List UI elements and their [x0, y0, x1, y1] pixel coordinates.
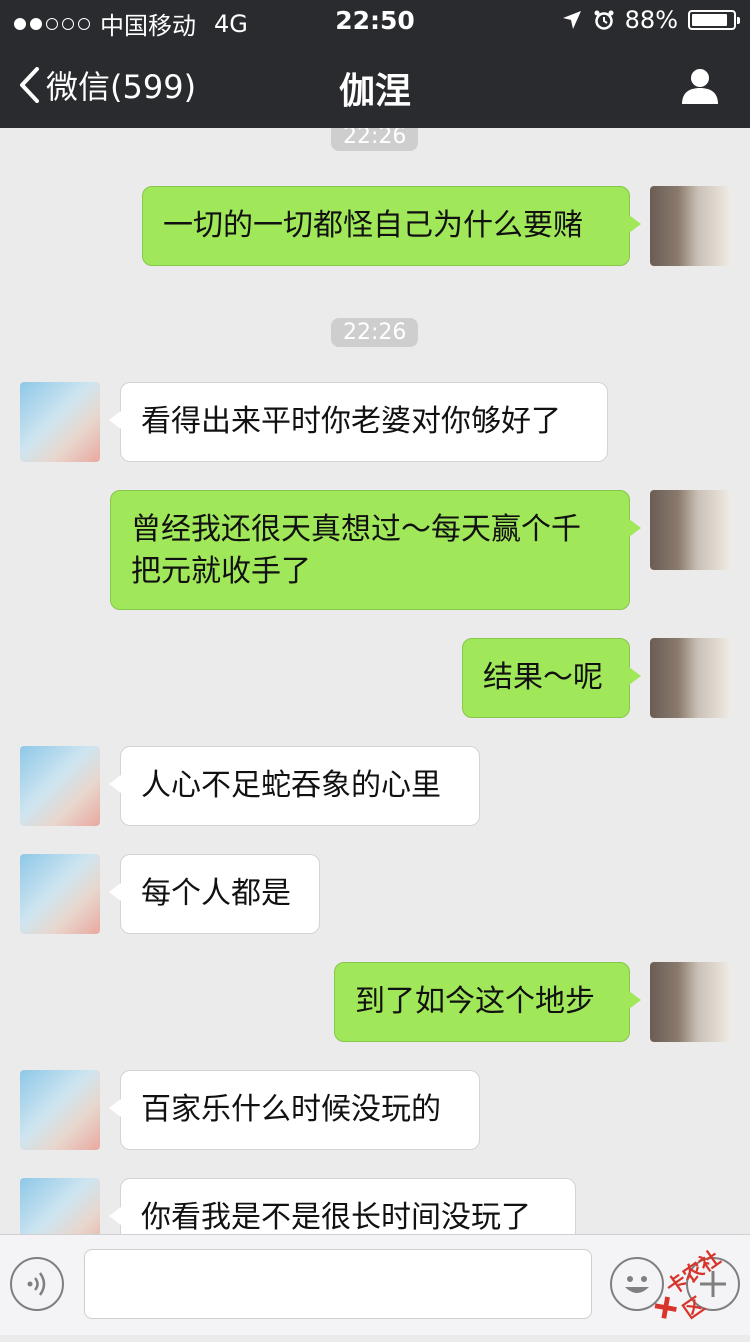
message-bubble[interactable]: 看得出来平时你老婆对你够好了 — [109, 382, 608, 462]
battery-fill — [692, 14, 728, 26]
contact-avatar[interactable] — [20, 1070, 100, 1150]
message-input[interactable] — [84, 1249, 592, 1319]
contact-avatar[interactable] — [20, 1178, 100, 1234]
chat-title: 伽涅 — [338, 71, 411, 112]
contact-avatar[interactable] — [20, 746, 100, 826]
battery-icon — [688, 10, 740, 30]
timestamp: 22:26 — [331, 318, 419, 347]
status-right: 88% — [561, 6, 740, 34]
message-bubble[interactable]: 到了如今这个地步 — [334, 962, 641, 1042]
message-bubble[interactable]: 你看我是不是很长时间没玩了 — [109, 1178, 576, 1234]
message-bubble[interactable]: 百家乐什么时候没玩的 — [109, 1070, 480, 1150]
message-bubble[interactable]: 一切的一切都怪自己为什么要赌 — [142, 186, 641, 266]
voice-button[interactable] — [10, 1257, 64, 1311]
message-bubble[interactable]: 曾经我还很天真想过～每天赢个千把元就收手了 — [110, 490, 641, 610]
my-avatar[interactable] — [650, 962, 730, 1042]
top-bar: 中国移动 4G 22:50 88% 微信(599) 伽涅 — [0, 0, 750, 128]
message-bubble[interactable]: 结果～呢 — [462, 638, 641, 718]
navigation-bar: 微信(599) 伽涅 — [0, 44, 750, 128]
message-bubble[interactable]: 人心不足蛇吞象的心里 — [109, 746, 480, 826]
my-avatar[interactable] — [650, 638, 730, 718]
profile-icon[interactable] — [680, 66, 720, 106]
alarm-clock-icon — [594, 10, 614, 30]
status-bar: 中国移动 4G 22:50 88% — [0, 0, 750, 40]
location-arrow-icon — [562, 11, 581, 29]
timestamp: 22:26 — [331, 128, 419, 151]
chat-area[interactable]: 22:26 一切的一切都怪自己为什么要赌 22:26 看得出来平时你老婆对你够好… — [0, 128, 750, 1234]
my-avatar[interactable] — [650, 490, 730, 570]
battery-percent: 88% — [624, 6, 678, 34]
my-avatar[interactable] — [650, 186, 730, 266]
voice-icon — [27, 1272, 46, 1296]
message-bubble[interactable]: 每个人都是 — [109, 854, 320, 934]
contact-avatar[interactable] — [20, 382, 100, 462]
contact-avatar[interactable] — [20, 854, 100, 934]
